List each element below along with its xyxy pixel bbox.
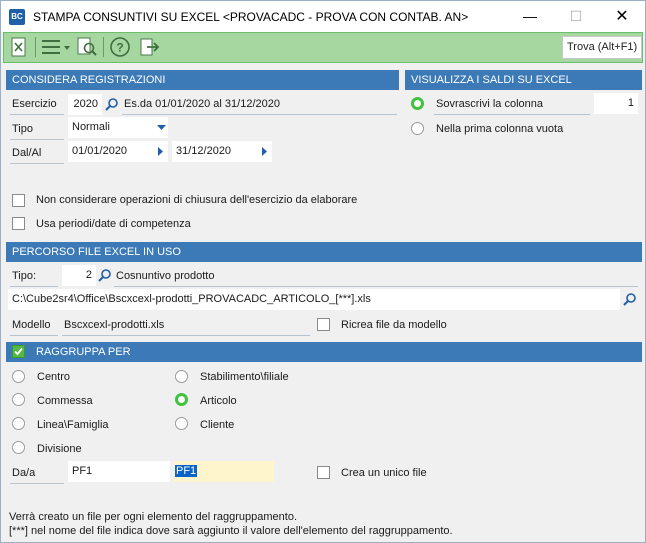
visualizza-header: VISUALIZZA I SALDI SU EXCEL (405, 70, 642, 90)
label-underline (114, 286, 638, 287)
menu-icon[interactable] (40, 36, 72, 58)
lookup-icon[interactable] (97, 268, 113, 284)
esercizio-label: Esercizio (12, 98, 57, 110)
search-input[interactable]: Trova (Alt+F1) (562, 36, 642, 59)
daa-label: Da/a (12, 467, 36, 479)
percorso-header: PERCORSO FILE EXCEL IN USO (6, 242, 642, 262)
help-icon[interactable]: ? (108, 36, 132, 58)
label-underline (10, 335, 58, 336)
label-underline (62, 335, 310, 336)
esercizio-description: Es.da 01/01/2020 al 31/12/2020 (124, 98, 280, 110)
competenza-label: Usa periodi/date di competenza (36, 218, 191, 230)
note-line-2: [***] nel nome del file indica dove sarà… (9, 525, 453, 537)
toolbar: ? Trova (Alt+F1) (3, 32, 643, 63)
toolbar-separator (35, 37, 36, 57)
tipo-select[interactable]: Normali (68, 117, 154, 138)
chevron-right-icon[interactable] (258, 141, 272, 162)
raggruppa-checkbox[interactable] (12, 345, 25, 358)
divisione-radio[interactable] (12, 441, 25, 454)
svg-text:?: ? (116, 41, 123, 55)
stabilimento-label: Stabilimento\filiale (200, 371, 289, 383)
percorso-tipo-label: Tipo: (12, 270, 37, 282)
sovrascrivi-radio[interactable] (411, 97, 424, 110)
label-underline (10, 286, 58, 287)
app-icon: BC (9, 9, 25, 25)
articolo-label: Articolo (200, 395, 237, 407)
lookup-icon[interactable] (104, 97, 120, 113)
articolo-radio[interactable] (175, 393, 188, 406)
chevron-right-icon[interactable] (154, 141, 168, 162)
ricrea-checkbox[interactable] (317, 318, 330, 331)
stabilimento-radio[interactable] (175, 370, 188, 383)
a-input[interactable]: PF1 (174, 461, 274, 482)
cliente-radio[interactable] (175, 417, 188, 430)
toolbar-separator (103, 37, 104, 57)
ricrea-label: Ricrea file da modello (341, 319, 447, 331)
prima-colonna-radio[interactable] (411, 122, 424, 135)
excel-icon[interactable] (8, 36, 30, 58)
chevron-down-icon[interactable] (154, 117, 168, 138)
prima-colonna-label: Nella prima colonna vuota (436, 123, 564, 135)
commessa-label: Commessa (37, 395, 93, 407)
centro-label: Centro (37, 371, 71, 383)
unico-file-checkbox[interactable] (317, 466, 330, 479)
lookup-icon[interactable] (622, 292, 638, 308)
percorso-tipo-input[interactable]: 2 (62, 265, 96, 286)
dal-date-input[interactable]: 01/01/2020 (68, 141, 154, 162)
modello-label: Modello (12, 319, 51, 331)
linea-famiglia-label: Linea\Famiglia (37, 419, 109, 431)
unico-file-label: Crea un unico file (341, 467, 427, 479)
centro-radio[interactable] (12, 370, 25, 383)
a-input-selected-text: PF1 (175, 465, 198, 477)
chiusura-label: Non considerare operazioni di chiusura d… (36, 194, 358, 206)
linea-famiglia-radio[interactable] (12, 417, 25, 430)
window-title: STAMPA CONSUNTIVI SU EXCEL <PROVACADC - … (33, 10, 469, 24)
maximize-button[interactable]: ☐ (553, 1, 599, 32)
considera-panel: CONSIDERA REGISTRAZIONI Esercizio 2020 E… (6, 70, 399, 240)
label-underline (10, 483, 64, 484)
label-underline (434, 114, 590, 115)
esercizio-input[interactable]: 2020 (68, 94, 102, 115)
dalal-label: Dal/Al (12, 147, 42, 159)
percorso-panel: PERCORSO FILE EXCEL IN USO Tipo: 2 Cosnu… (6, 242, 642, 338)
al-date-input[interactable]: 31/12/2020 (172, 141, 258, 162)
da-input[interactable]: PF1 (68, 461, 170, 482)
note-line-1: Verrà creato un file per ogni elemento d… (9, 511, 298, 523)
title-bar: BC STAMPA CONSUNTIVI SU EXCEL <PROVACADC… (1, 1, 645, 32)
label-underline (10, 139, 64, 140)
considera-header: CONSIDERA REGISTRAZIONI (6, 70, 399, 90)
dialog-window: BC STAMPA CONSUNTIVI SU EXCEL <PROVACADC… (0, 0, 646, 543)
competenza-checkbox[interactable] (12, 217, 25, 230)
label-underline (122, 114, 397, 115)
exit-icon[interactable] (138, 36, 162, 58)
cliente-label: Cliente (200, 419, 235, 431)
file-path-input[interactable]: C:\Cube2sr4\Office\Bscxcexl-prodotti_PRO… (8, 289, 620, 310)
tipo-label: Tipo (12, 123, 33, 135)
preview-icon[interactable] (75, 36, 99, 58)
raggruppa-panel: RAGGRUPPA PER Centro Stabilimento\filial… (6, 342, 642, 494)
chiusura-checkbox[interactable] (12, 194, 25, 207)
colonna-input[interactable]: 1 (594, 93, 638, 114)
commessa-radio[interactable] (12, 393, 25, 406)
visualizza-panel: VISUALIZZA I SALDI SU EXCEL Sovrascrivi … (405, 70, 642, 152)
label-underline (10, 163, 64, 164)
modello-value: Bscxcexl-prodotti.xls (64, 319, 165, 331)
percorso-tipo-description: Cosnuntivo prodotto (116, 270, 215, 282)
close-button[interactable]: ✕ (599, 1, 645, 32)
raggruppa-header: RAGGRUPPA PER (6, 342, 642, 362)
divisione-label: Divisione (37, 443, 82, 455)
label-underline (10, 114, 64, 115)
minimize-button[interactable]: — (507, 1, 553, 32)
sovrascrivi-label: Sovrascrivi la colonna (436, 98, 543, 110)
